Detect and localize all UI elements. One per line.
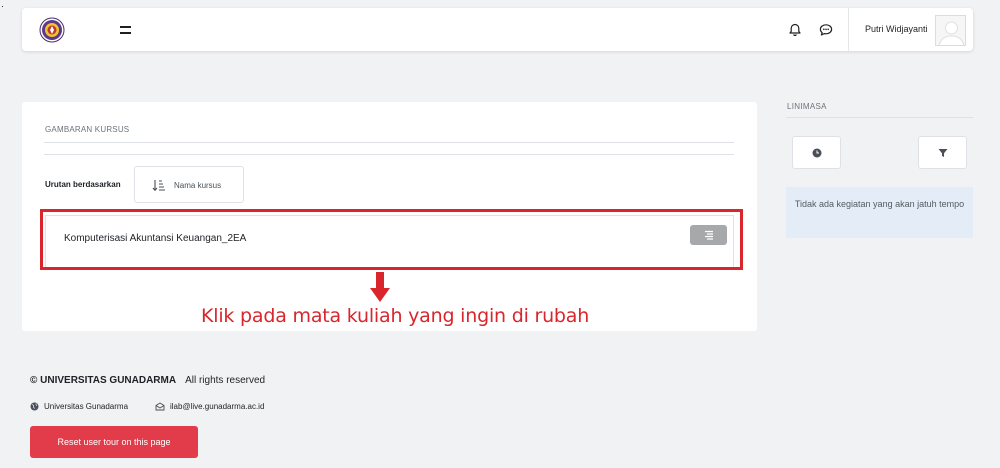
divider [44, 154, 734, 155]
course-overview-title: GAMBARAN KURSUS [45, 125, 130, 134]
reset-user-tour-button[interactable]: Reset user tour on this page [30, 426, 198, 458]
timeline-date-filter-button[interactable] [792, 136, 841, 169]
bell-icon[interactable] [787, 22, 803, 38]
divider [786, 117, 973, 118]
university-seal-icon[interactable] [39, 17, 65, 43]
annotation-highlight-box [40, 209, 743, 270]
divider [44, 142, 734, 143]
funnel-icon [938, 149, 948, 157]
sort-label: Urutan berdasarkan [45, 180, 121, 189]
email-link[interactable]: ilab@live.gunadarma.ac.id [155, 402, 264, 411]
annotation-text: Klik pada mata kuliah yang ingin di ruba… [201, 305, 590, 327]
timeline-empty-message: Tidak ada kegiatan yang akan jatuh tempo [786, 187, 973, 238]
rights-text: All rights reserved [185, 375, 266, 386]
timeline-sort-filter-button[interactable] [918, 136, 967, 169]
chat-bubble-icon[interactable] [818, 22, 834, 38]
sort-ascending-icon [152, 179, 166, 195]
envelope-icon [155, 402, 165, 411]
clock-icon [812, 148, 822, 158]
footer-copyright: © UNIVERSITAS GUNADARMA All rights reserv… [30, 375, 265, 386]
website-link[interactable]: Universitas Gunadarma [30, 402, 128, 411]
globe-icon [30, 402, 39, 411]
email-address[interactable]: ilab@live.gunadarma.ac.id [170, 402, 264, 411]
sort-by-course-name-button[interactable]: Nama kursus [134, 166, 244, 203]
navbar-divider [848, 8, 849, 51]
sort-button-label: Nama kursus [174, 181, 222, 190]
hamburger-menu-icon[interactable] [120, 26, 131, 34]
top-navbar: Putri Widjayanti [22, 8, 973, 51]
timeline-title: LINIMASA [787, 102, 827, 111]
copyright-text: © UNIVERSITAS GUNADARMA [30, 375, 177, 386]
user-name[interactable]: Putri Widjayanti [865, 24, 928, 34]
annotation-arrow-down-icon [370, 272, 390, 303]
website-label[interactable]: Universitas Gunadarma [44, 402, 128, 411]
corner-artifact [2, 6, 3, 7]
avatar[interactable] [935, 15, 966, 46]
